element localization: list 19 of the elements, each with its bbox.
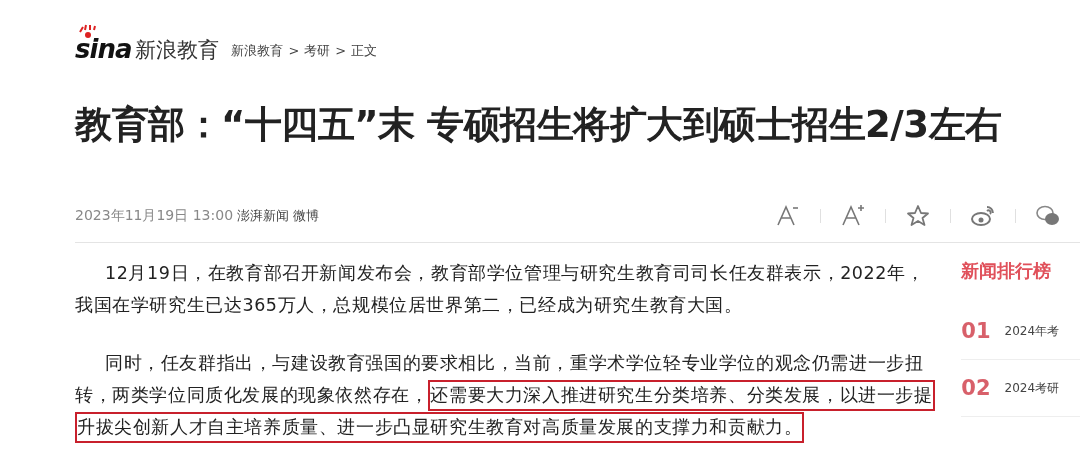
star-icon — [905, 203, 931, 229]
breadcrumb-separator: > — [335, 42, 347, 60]
ranking-item-link[interactable]: 2024年考 — [1004, 322, 1060, 340]
logo-text: sina — [75, 34, 132, 64]
weibo-icon — [970, 203, 996, 229]
weibo-link[interactable]: 微博 — [293, 208, 320, 225]
site-name[interactable]: 新浪教育 — [135, 38, 220, 62]
article-title: 教育部：“十四五”末 专硕招生将扩大到硕士招生2/3左右 — [75, 102, 1003, 148]
breadcrumb-link[interactable]: 新浪教育 — [231, 41, 284, 61]
source-link[interactable]: 澎湃新闻 — [237, 208, 290, 225]
rank-number: 02 — [961, 376, 991, 400]
breadcrumb-link[interactable]: 正文 — [351, 41, 378, 61]
publish-date: 2023年11月19日 13:00 — [75, 207, 234, 225]
breadcrumb-separator: > — [288, 42, 300, 60]
ranking-title: 新闻排行榜 — [961, 259, 1053, 283]
paragraph: 12月19日，在教育部召开新闻发布会，教育部学位管理与研究生教育司司长任友群表示，2022年，我国在学研究生已达365万人，总规模位居世界第二，已经成为研究生教育大国。 — [75, 262, 926, 317]
ranking-item-link[interactable]: 2024考研 — [1004, 379, 1060, 397]
rank-number: 01 — [961, 319, 991, 343]
breadcrumb-link[interactable]: 考研 — [304, 41, 331, 61]
